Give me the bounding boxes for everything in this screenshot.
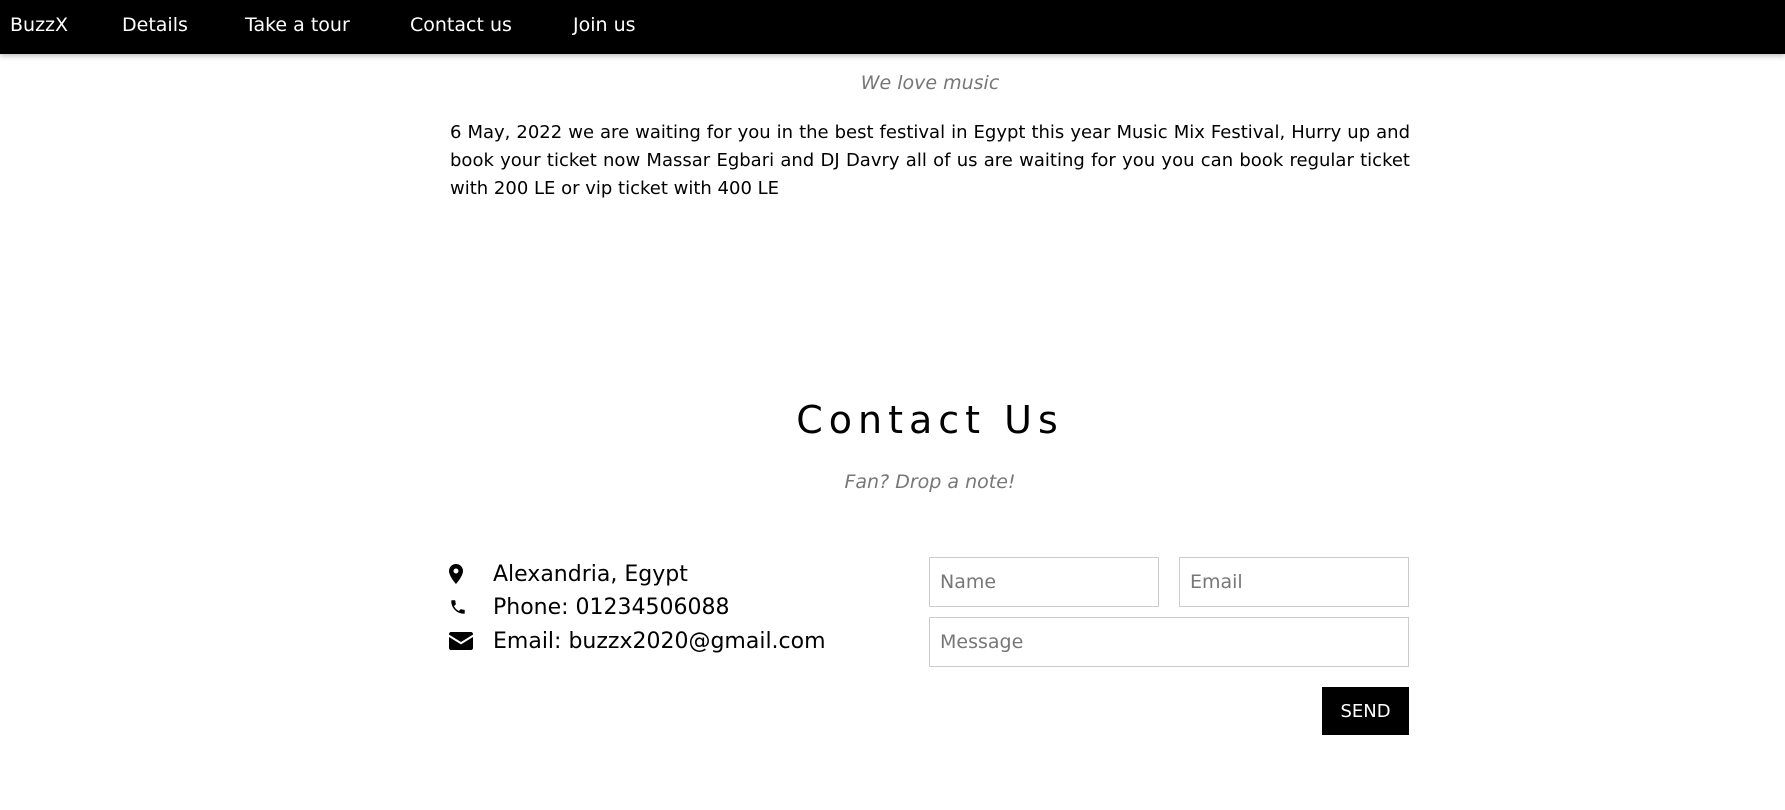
about-description: 6 May, 2022 we are waiting for you in th…: [450, 122, 1410, 199]
contact-phone-text: Phone: 01234506088: [493, 594, 730, 620]
contact-subtitle: Fan? Drop a note!: [844, 471, 1016, 493]
map-marker-icon: [449, 564, 493, 584]
contact-title: Contact Us: [796, 398, 1064, 442]
nav-item-take-a-tour[interactable]: Take a tour: [245, 0, 350, 54]
nav-item-details[interactable]: Details: [122, 0, 188, 54]
about-tagline: We love music: [860, 72, 1000, 94]
contact-address: Alexandria, Egypt: [449, 558, 688, 590]
email-input[interactable]: [1179, 557, 1409, 607]
brand-link[interactable]: BuzzX: [10, 0, 68, 54]
send-button[interactable]: SEND: [1322, 687, 1409, 735]
nav-item-contact-us[interactable]: Contact us: [410, 0, 512, 54]
contact-email-text: Email: buzzx2020@gmail.com: [493, 628, 826, 654]
phone-icon: [449, 598, 493, 616]
top-navbar: BuzzX Details Take a tour Contact us Joi…: [0, 0, 1785, 54]
contact-address-text: Alexandria, Egypt: [493, 561, 688, 587]
envelope-icon: [449, 632, 493, 650]
contact-phone: Phone: 01234506088: [449, 591, 730, 623]
nav-item-join-us[interactable]: Join us: [573, 0, 636, 54]
message-input[interactable]: [929, 617, 1409, 667]
name-input[interactable]: [929, 557, 1159, 607]
contact-email: Email: buzzx2020@gmail.com: [449, 625, 826, 657]
